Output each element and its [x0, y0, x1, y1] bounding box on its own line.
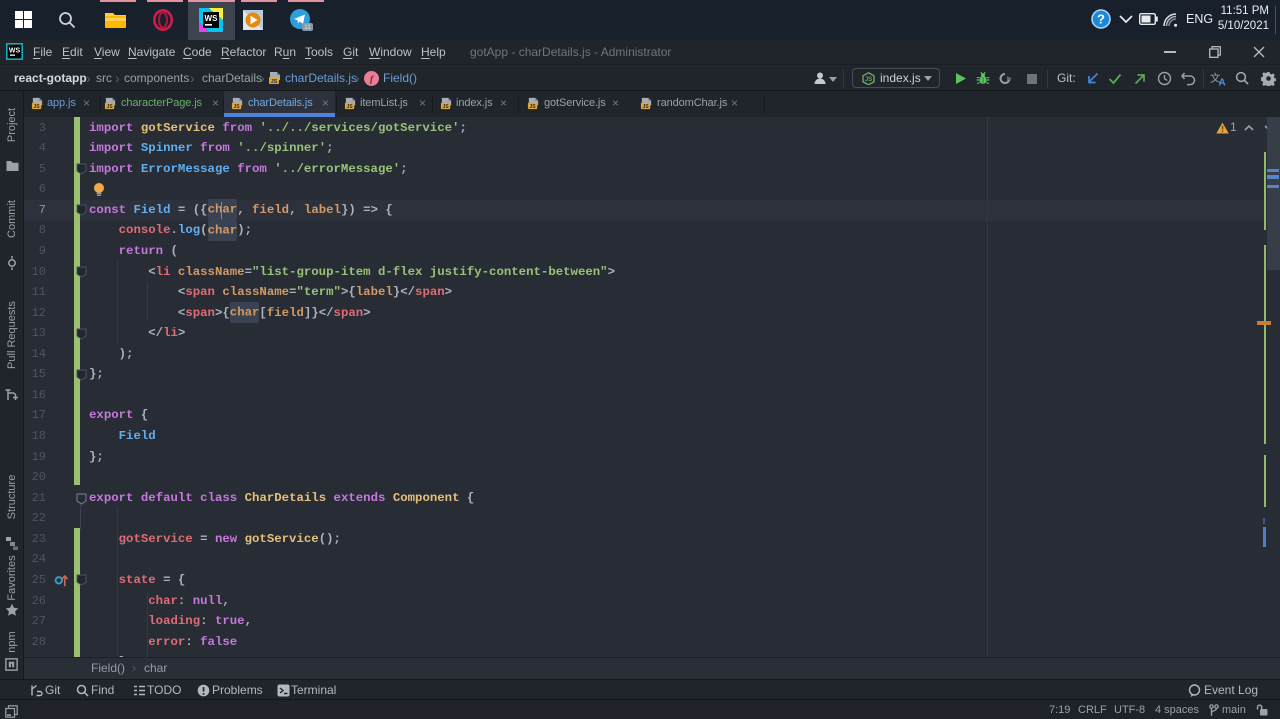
svg-text:JS: JS [271, 79, 278, 85]
svg-text:JS: JS [346, 104, 353, 110]
svg-text:JS: JS [33, 104, 40, 110]
svg-text:JS: JS [529, 104, 536, 110]
svg-text:JS: JS [865, 77, 872, 83]
svg-text:A: A [1219, 78, 1226, 87]
svg-text:11: 11 [304, 24, 311, 31]
svg-text:?: ? [1097, 12, 1105, 27]
svg-text:WS: WS [9, 48, 21, 55]
svg-text:JS: JS [442, 104, 449, 110]
svg-text:JS: JS [642, 104, 649, 110]
svg-text:WS: WS [205, 14, 219, 23]
svg-text:JS: JS [233, 104, 240, 110]
svg-text:JS: JS [106, 104, 113, 110]
